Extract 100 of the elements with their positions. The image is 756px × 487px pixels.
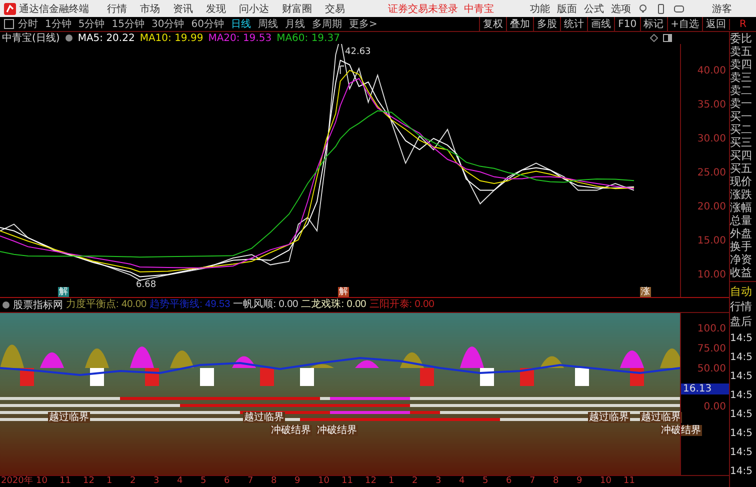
quote-label: 卖五: [730, 45, 753, 58]
signal-label: 冲破结界: [316, 425, 358, 436]
indicator-value: 力度平衡点: 40.00: [66, 299, 147, 311]
date-axis-label: 11: [60, 476, 71, 486]
menu-item[interactable]: 交易: [325, 2, 345, 16]
quote-label: 买三: [730, 136, 753, 149]
menu-item[interactable]: 行情: [107, 2, 127, 16]
menu-item[interactable]: 财富圈: [282, 2, 312, 16]
indicator-bar: [575, 368, 589, 386]
user-label[interactable]: 游客: [712, 2, 732, 16]
price-axis-label: 20.00: [697, 202, 726, 212]
quote-label: 净资: [730, 253, 753, 266]
indicator-hump: [232, 356, 256, 368]
indicator-name: 股票指标网: [13, 298, 63, 312]
indicator-hump: [660, 348, 680, 368]
quote-label: 卖三: [730, 71, 753, 84]
period-tab[interactable]: 月线: [284, 17, 305, 31]
menu-item[interactable]: 版面: [557, 2, 577, 16]
indicator-hump: [40, 352, 64, 368]
menu-item[interactable]: 发现: [206, 2, 226, 16]
indicator-value: 一帆风顺: 0.00: [233, 299, 298, 311]
date-axis-label: 8: [271, 476, 277, 486]
date-axis-label: 11: [624, 476, 635, 486]
diamond-icon[interactable]: [650, 34, 658, 42]
app-logo-icon: [4, 2, 16, 14]
quote-mode-label[interactable]: 盘后: [730, 314, 756, 329]
quote-label: 委比: [730, 32, 753, 45]
price-axis-label: 40.00: [697, 66, 726, 76]
period-tab[interactable]: 1分钟: [45, 17, 72, 31]
panel-badge: R: [729, 18, 756, 30]
quote-mode-label[interactable]: 自动: [730, 284, 756, 299]
trade-time: 14:5: [730, 389, 754, 403]
indicator-value: 趋势平衡线: 49.53: [150, 299, 230, 311]
date-axis-label: 12: [365, 476, 376, 486]
indicator-bar: [260, 368, 274, 386]
low-price-label: 6.68: [136, 280, 156, 290]
trade-time: 14:5: [730, 332, 754, 346]
menu-item[interactable]: 功能: [530, 2, 550, 16]
menu-item[interactable]: 选项: [611, 2, 631, 16]
trade-time: 14:5: [730, 408, 754, 422]
ma-value: MA5: 20.22: [78, 32, 135, 44]
period-tab[interactable]: 更多>: [348, 17, 378, 31]
date-axis-label: 2: [130, 476, 136, 486]
date-axis-label: 5: [482, 476, 488, 486]
settings-icon[interactable]: [2, 301, 10, 309]
signal-label: 越过临界: [640, 412, 682, 423]
indicator-hump: [130, 346, 154, 368]
quote-label: 买五: [730, 162, 753, 175]
menu-item[interactable]: 公式: [584, 2, 604, 16]
leader-line: [340, 66, 345, 74]
indicator-hump: [540, 356, 564, 368]
indicator-value: 二龙戏珠: 0.00: [301, 299, 366, 311]
date-axis-label: 10: [36, 476, 48, 486]
signal-label: 越过临界: [588, 412, 630, 423]
date-axis-label: 9: [294, 476, 300, 486]
period-tab[interactable]: 60分钟: [191, 17, 224, 31]
quote-label: 换手: [730, 240, 753, 253]
date-axis-label: 2020年: [1, 476, 33, 486]
quote-label: 涨幅: [730, 201, 753, 214]
indicator-bar: [200, 368, 214, 386]
bulb-icon[interactable]: [638, 4, 648, 14]
phone-icon[interactable]: [656, 4, 666, 14]
period-tab[interactable]: 15分钟: [112, 17, 144, 31]
quote-label: 买二: [730, 123, 753, 136]
menu-item[interactable]: 问小达: [239, 2, 269, 16]
toolbar-button[interactable]: +自选: [666, 17, 702, 31]
menu-item[interactable]: 市场: [140, 2, 160, 16]
ma-value: MA20: 19.53: [208, 32, 272, 44]
indicator-axis-label: 0.00: [704, 402, 726, 412]
indicator-hump: [85, 348, 109, 368]
event-marker[interactable]: 解: [338, 287, 349, 297]
ma-value: MA60: 19.37: [276, 32, 340, 44]
period-tab[interactable]: 5分钟: [78, 17, 105, 31]
quote-mode-label[interactable]: 行情: [730, 299, 756, 314]
trade-time: 14:5: [730, 370, 754, 384]
period-tab[interactable]: 多周期: [312, 17, 342, 31]
period-tab[interactable]: 日线: [230, 17, 251, 31]
indicator-hump: [400, 352, 424, 368]
period-tab[interactable]: 30分钟: [151, 17, 184, 31]
indicator-axis-label: 75.00: [697, 344, 726, 354]
date-axis-label: 3: [154, 476, 160, 486]
app-title: 通达信金融终端: [19, 2, 89, 16]
message-icon[interactable]: [674, 4, 684, 14]
date-axis-label: 10: [600, 476, 612, 486]
ma-value: MA10: 19.99: [140, 32, 204, 44]
indicator-hump: [310, 364, 334, 368]
date-axis-label: 5: [200, 476, 206, 486]
layout-toggle-icon[interactable]: [4, 19, 14, 29]
menu-item[interactable]: 资讯: [173, 2, 193, 16]
panel-toggle-icon[interactable]: [663, 34, 672, 42]
event-marker[interactable]: 涨: [640, 287, 651, 297]
date-axis-label: 8: [553, 476, 559, 486]
quote-label: 现价: [730, 175, 753, 188]
quote-label: 涨跌: [730, 188, 753, 201]
event-marker[interactable]: 解: [58, 287, 69, 297]
quote-label: 买四: [730, 149, 753, 162]
period-tab[interactable]: 周线: [258, 17, 278, 31]
trade-time: 14:5: [730, 351, 754, 365]
settings-icon[interactable]: [64, 34, 73, 42]
period-tab[interactable]: 分时: [18, 17, 38, 31]
